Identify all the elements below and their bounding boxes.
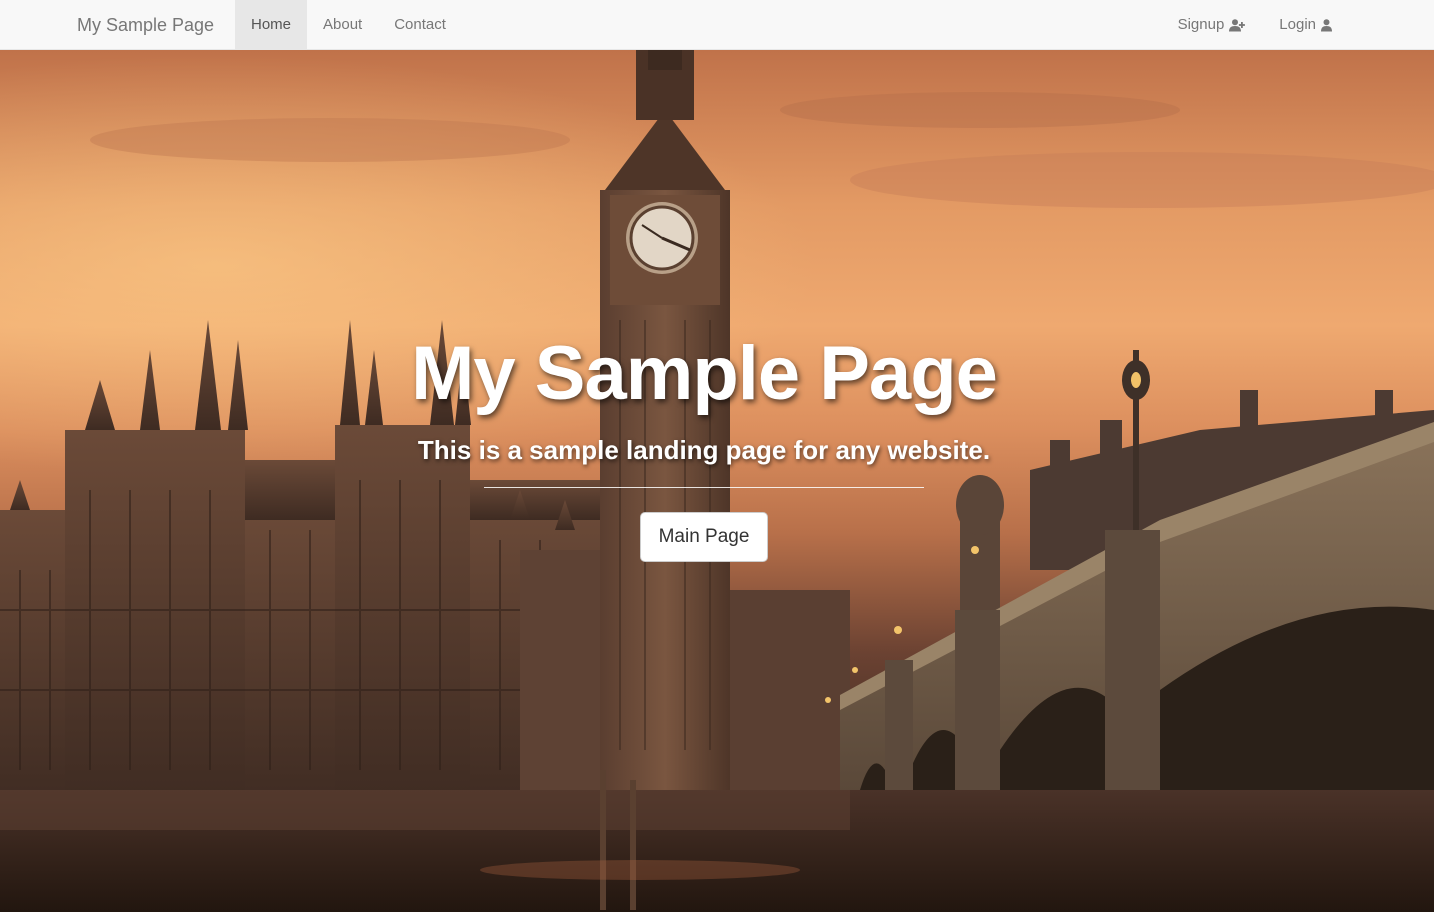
nav-link-contact[interactable]: Contact [378, 0, 462, 50]
brand-link[interactable]: My Sample Page [77, 0, 214, 50]
user-plus-icon [1229, 18, 1246, 32]
signup-label: Signup [1177, 16, 1225, 33]
nav-link-home[interactable]: Home [235, 0, 308, 50]
hero-section: My Sample Page This is a sample landing … [0, 50, 1434, 912]
hero-title: My Sample Page [411, 331, 998, 416]
main-page-button[interactable]: Main Page [640, 512, 768, 562]
hero-content: My Sample Page This is a sample landing … [0, 50, 1434, 912]
hero-divider [484, 487, 924, 488]
user-icon [1321, 18, 1332, 32]
nav-links: Home About Contact [235, 0, 462, 50]
navbar: My Sample Page Home About Contact Signup… [0, 0, 1434, 50]
nav-link-about[interactable]: About [307, 0, 378, 50]
nav-right-links: Signup Login [1162, 0, 1348, 50]
login-link[interactable]: Login [1263, 0, 1348, 50]
hero-subtitle: This is a sample landing page for any we… [417, 435, 991, 465]
signup-link[interactable]: Signup [1162, 0, 1262, 50]
login-label: Login [1279, 16, 1316, 33]
